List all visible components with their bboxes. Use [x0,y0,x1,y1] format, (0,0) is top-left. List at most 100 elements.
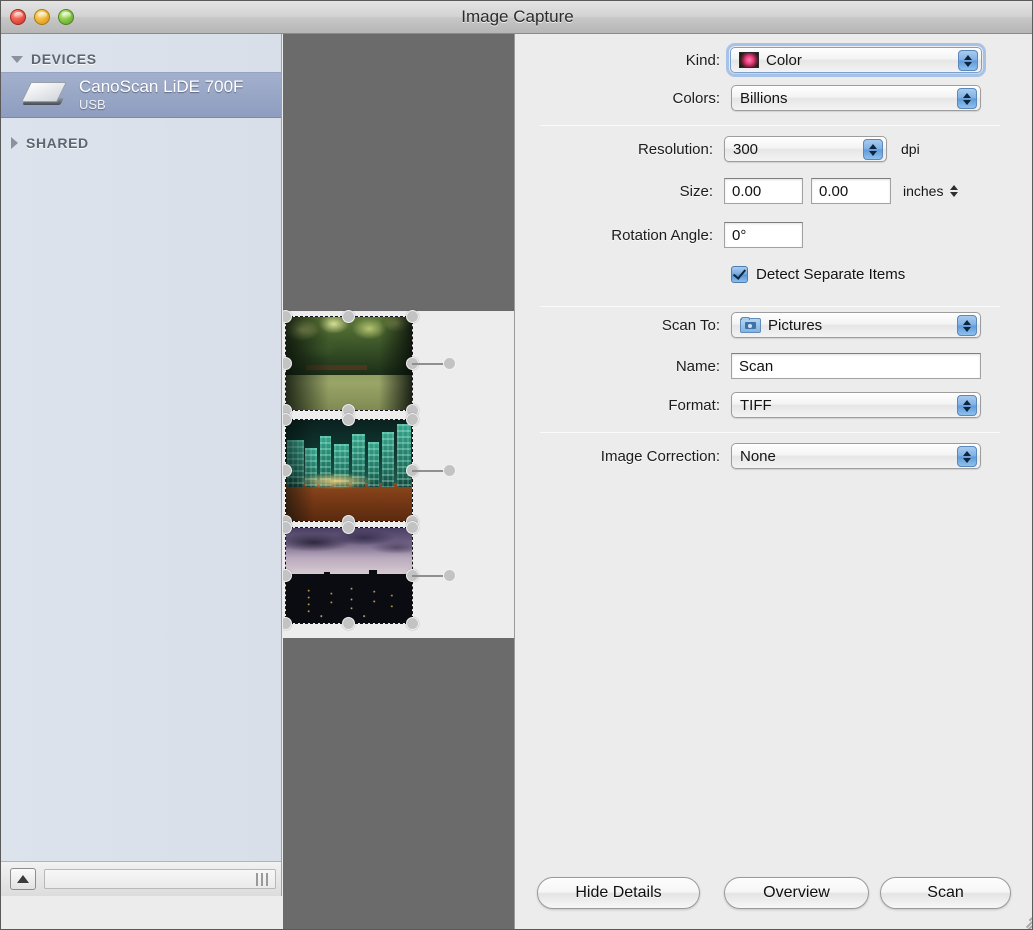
resize-handle-n[interactable] [342,521,355,534]
resolution-value: 300 [733,140,759,158]
rotation-handle[interactable] [443,356,456,370]
scan-selection-3[interactable] [283,521,456,630]
size-width-field[interactable]: 0.00 [724,178,803,204]
colors-value: Billions [740,89,788,107]
rose-thumbnail-icon [739,52,759,68]
checkmark-icon [732,266,747,280]
hide-details-label: Hide Details [575,884,662,901]
resize-handle-ne[interactable] [406,521,419,534]
scan-selection-1[interactable] [283,310,456,417]
colors-popup-button[interactable]: Billions [731,85,981,111]
colors-label: Colors: [672,89,720,107]
rotation-angle-label: Rotation Angle: [611,226,713,244]
size-label: Size: [679,182,713,200]
resize-handle-ne[interactable] [406,310,419,323]
colors-stepper-arrows-icon[interactable] [957,88,977,109]
eject-button[interactable] [10,868,36,890]
resolution-unit-label: dpi [901,141,920,157]
horizontal-scrollbar[interactable] [44,869,276,889]
scan-to-row: Scan To: Pictures [515,312,1015,338]
resolution-row: Resolution: 300 dpi [515,136,1015,162]
disclosure-triangle-down-icon[interactable] [11,55,23,63]
sidebar-section-shared[interactable]: SHARED [1,130,281,156]
rotation-arm [412,574,444,577]
scanner-settings-panel: Kind: Color Colors: Billions Resolution:… [514,34,1032,929]
kind-value: Color [766,51,802,69]
scrollbar-grip-icon [256,873,268,886]
kind-label: Kind: [685,51,720,69]
rotation-handle[interactable] [443,463,456,477]
format-stepper-arrows-icon[interactable] [957,395,977,416]
divider-2 [540,306,1000,307]
rotation-arm [412,469,444,472]
folder-pictures-icon [740,317,761,333]
overview-label: Overview [763,884,830,901]
format-label: Format: [668,396,720,414]
size-row: Size: 0.00 0.00 inches [515,178,1015,204]
name-field[interactable]: Scan [731,353,981,379]
sidebar-item-canoscan-lide-700f[interactable]: CanoScan LiDE 700F USB [1,72,281,118]
resize-handle-n[interactable] [342,413,355,426]
scan-to-popup-button[interactable]: Pictures [731,312,981,338]
name-label: Name: [675,357,720,375]
name-row: Name: Scan [515,353,1015,379]
format-value: TIFF [740,396,772,414]
detect-separate-items-checkbox[interactable] [731,266,748,283]
size-height-field[interactable]: 0.00 [811,178,891,204]
colors-row: Colors: Billions [515,85,1015,111]
overview-button[interactable]: Overview [724,877,869,909]
scanner-icon [21,80,69,110]
format-popup-button[interactable]: TIFF [731,392,981,418]
scan-label: Scan [927,884,964,901]
scan-button[interactable]: Scan [880,877,1011,909]
scan-preview-area[interactable] [283,34,514,929]
rotation-angle-field[interactable]: 0° [724,222,803,248]
size-unit-label: inches [903,183,944,199]
divider-3 [540,432,1000,433]
window-title: Image Capture [461,7,574,26]
scan-selection-2[interactable] [283,413,456,528]
detect-separate-items-label: Detect Separate Items [756,266,906,283]
sidebar-section-shared-label: SHARED [26,135,89,151]
resize-handle-ne[interactable] [406,413,419,426]
preview-photo-night-cityscape [286,528,412,623]
sidebar-bottom-bar [1,861,281,896]
divider-1 [540,125,1000,126]
size-height-value: 0.00 [819,182,849,200]
sidebar-section-devices[interactable]: DEVICES [1,46,281,72]
kind-row: Kind: Color [515,43,1015,77]
image-correction-row: Image Correction: None [515,443,1015,469]
hide-details-button[interactable]: Hide Details [537,877,700,909]
sidebar-device-connection: USB [79,97,106,112]
rotation-angle-row: Rotation Angle: 0° [515,222,1015,248]
scan-to-value: Pictures [768,316,823,334]
scan-to-stepper-arrows-icon[interactable] [957,315,977,336]
disclosure-triangle-right-icon[interactable] [11,137,18,149]
sidebar-section-devices-label: DEVICES [31,51,97,67]
preview-photo-forest-river [286,317,412,410]
scan-to-label: Scan To: [661,316,720,334]
resize-handle-se[interactable] [406,617,419,630]
image-correction-popup-button[interactable]: None [731,443,981,469]
image-correction-stepper-arrows-icon[interactable] [957,446,977,467]
detect-separate-items-row[interactable]: Detect Separate Items [731,266,905,283]
resize-handle-n[interactable] [342,310,355,323]
resolution-stepper-arrows-icon[interactable] [863,139,883,160]
resolution-label: Resolution: [637,140,713,158]
window-resize-grip[interactable] [1018,915,1032,929]
rotation-handle[interactable] [443,568,456,582]
resolution-combo-box[interactable]: 300 [724,136,887,162]
title-bar: Image Capture [1,1,1032,34]
rotation-arm [412,362,444,365]
sidebar: DEVICES CanoScan LiDE 700F USB SHARED [1,34,282,896]
kind-popup-button[interactable]: Color [726,43,986,77]
kind-stepper-arrows-icon[interactable] [958,50,978,71]
eject-icon [17,875,29,883]
size-width-value: 0.00 [732,182,762,200]
resize-handle-s[interactable] [342,617,355,630]
image-correction-value: None [740,447,776,465]
name-value: Scan [739,357,774,375]
size-unit-stepper[interactable] [950,185,959,197]
image-correction-label: Image Correction: [600,447,720,465]
image-capture-window: Image Capture DEVICES CanoScan LiDE 700F… [0,0,1033,930]
